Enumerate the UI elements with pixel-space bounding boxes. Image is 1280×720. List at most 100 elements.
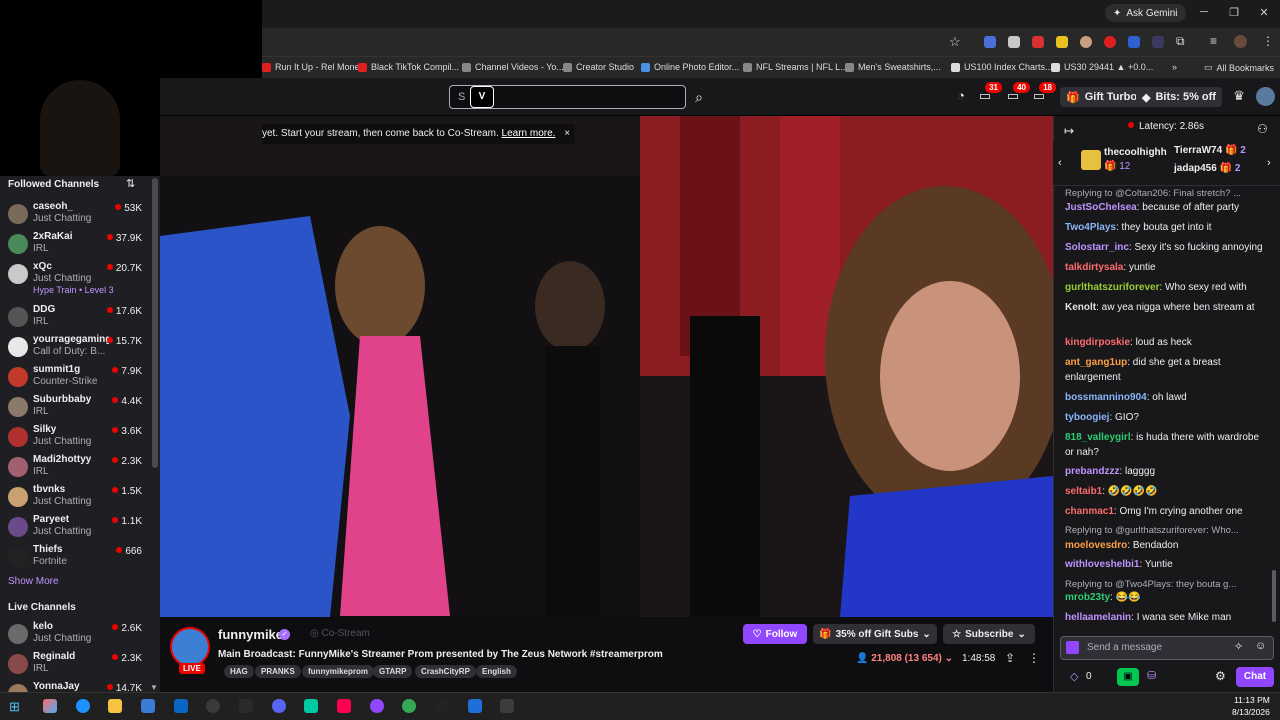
sort-icon[interactable]: ⇅ <box>126 177 135 190</box>
chat-message[interactable]: moelovesdro: Bendadon <box>1065 538 1265 553</box>
chat-message[interactable]: prebandzzz: lagggg <box>1065 464 1265 479</box>
leaderboard-prev-icon[interactable]: ‹ <box>1058 157 1062 169</box>
sidebar-channel-suburbbaby[interactable]: Suburbbaby IRL 4.4K <box>0 391 152 421</box>
subscribe-button[interactable]: ☆ Subscribe ⌄ <box>943 624 1035 644</box>
bookmark-item[interactable]: Creator Studio <box>563 62 634 72</box>
store-icon[interactable] <box>141 699 155 713</box>
browser-menu-icon[interactable]: ⋮ <box>1262 34 1274 48</box>
file-explorer-icon[interactable] <box>108 699 122 713</box>
chat-message[interactable]: ant_gang1up: did she get a breast enlarg… <box>1065 355 1265 385</box>
chat-username[interactable]: tyboogiej <box>1065 412 1109 423</box>
tag-gtarp[interactable]: GTARP <box>373 665 413 678</box>
close-window-button[interactable]: ✕ <box>1254 6 1274 22</box>
community-icon[interactable]: ⚇ <box>1257 122 1268 136</box>
sidebar-channel-reginald[interactable]: Reginald IRL 2.3K <box>0 648 152 678</box>
chat-username[interactable]: kingdirposkie <box>1065 337 1130 348</box>
chat-message[interactable]: withloveshelbi1: Yuntie <box>1065 557 1265 572</box>
share-icon[interactable]: ⇪ <box>1005 651 1015 665</box>
plus-app-icon[interactable] <box>468 699 482 713</box>
notifications-icon[interactable]: ◔ <box>952 88 970 106</box>
chat-message[interactable]: talkdirtysala: yuntie <box>1065 260 1265 275</box>
chat-username[interactable]: mrob23ty <box>1065 592 1110 603</box>
bookmark-item[interactable]: US100 Index Charts... <box>951 62 1053 72</box>
chat-send-button[interactable]: Chat <box>1236 667 1274 687</box>
extension-icon[interactable] <box>1080 36 1092 48</box>
chat-settings-icon[interactable]: ⚙ <box>1215 669 1226 683</box>
chat-reply-context[interactable]: Replying to @gurlthatszuriforever: Who..… <box>1065 523 1265 538</box>
chat-username[interactable]: moelovesdro <box>1065 540 1127 551</box>
tag-english[interactable]: English <box>476 665 517 678</box>
capcut-icon[interactable] <box>500 699 514 713</box>
chat-username[interactable]: gurlthatszuriforever <box>1065 282 1159 293</box>
tag-pranks[interactable]: PRANKS <box>255 665 301 678</box>
collapse-chat-icon[interactable]: ↦ <box>1064 124 1074 138</box>
chat-reply-context[interactable]: Replying to @Coltan206: Final stretch? .… <box>1065 186 1265 201</box>
windows-start-icon[interactable]: ⊞ <box>9 699 20 715</box>
sidebar-channel-paryeet[interactable]: Paryeet Just Chatting 1.1K <box>0 511 152 541</box>
chat-message[interactable]: 818_valleygirl: is huda there with wardr… <box>1065 430 1265 460</box>
minimize-button[interactable]: ─ <box>1194 6 1214 22</box>
extension-icon[interactable] <box>1128 36 1140 48</box>
gift-subs-button[interactable]: 🎁 35% off Gift Subs ⌄ <box>813 624 937 644</box>
copilot-icon[interactable] <box>43 699 57 713</box>
chat-username[interactable]: hellaamelanin <box>1065 612 1131 623</box>
chat-message[interactable]: bossmannino904: oh lawd <box>1065 390 1265 405</box>
search-icon[interactable]: ⌕ <box>688 85 710 109</box>
chat-username[interactable]: chanmac1 <box>1065 506 1114 517</box>
channel-points-icon[interactable]: ◇ <box>1070 670 1078 683</box>
sidebar-channel-yourragegaming[interactable]: yourragegaming Call of Duty: B... 15.7K <box>0 331 152 361</box>
extension-icon[interactable] <box>1008 36 1020 48</box>
sidebar-channel-ddg[interactable]: DDG IRL 17.6K <box>0 301 152 331</box>
chat-message[interactable]: JustSoChelsea: because of after party <box>1065 200 1265 215</box>
chat-message[interactable]: Kenolt: aw yea nigga where ben stream at <box>1065 300 1265 315</box>
chat-username[interactable]: prebandzzz <box>1065 466 1119 477</box>
twitch-app-icon[interactable] <box>370 699 384 713</box>
chat-message[interactable]: Solostarr_inc: Sexy it's so fucking anno… <box>1065 240 1265 255</box>
chat-identity-icon[interactable] <box>1066 641 1079 654</box>
star-bookmark-icon[interactable]: ☆ <box>949 34 961 50</box>
top-gifter-name[interactable]: thecoolhighh <box>1104 147 1167 158</box>
chat-username[interactable]: 818_valleygirl <box>1065 432 1131 443</box>
tag-hag[interactable]: HAG <box>224 665 254 678</box>
chat-message[interactable]: Two4Plays: they bouta get into it <box>1065 220 1265 235</box>
streamer-name[interactable]: funnymike <box>218 627 283 642</box>
chat-message[interactable]: mrob23ty: 😂😂 <box>1065 590 1265 605</box>
bookmark-item[interactable]: Online Photo Editor... <box>641 62 739 72</box>
bookmark-item[interactable]: Black TikTok Compil... <box>358 62 459 72</box>
show-more-link[interactable]: Show More <box>8 576 59 587</box>
sidebar-channel-caseoh_[interactable]: caseoh_ Just Chatting 53K <box>0 198 152 228</box>
chat-username[interactable]: Kenolt <box>1065 302 1096 313</box>
chat-message[interactable]: gurlthatszuriforever: Who sexy red with <box>1065 280 1265 295</box>
app-icon[interactable] <box>304 699 318 713</box>
follow-button[interactable]: ♡ Follow <box>743 624 807 644</box>
extension-icon[interactable] <box>1104 36 1116 48</box>
sidebar-channel-madi2hottyy[interactable]: Madi2hottyy IRL 2.3K <box>0 451 152 481</box>
sidebar-channel-summit1g[interactable]: summit1g Counter-Strike 7.9K <box>0 361 152 391</box>
video-player[interactable] <box>160 116 1053 617</box>
mail-icon[interactable] <box>174 699 188 713</box>
chat-username[interactable]: bossmannino904 <box>1065 392 1147 403</box>
chrome-icon[interactable] <box>402 699 416 713</box>
restore-button[interactable]: ❐ <box>1224 6 1244 22</box>
reading-list-icon[interactable]: ≡ <box>1210 34 1217 48</box>
chat-message[interactable]: hellaamelanin: I wana see Mike man <box>1065 610 1265 625</box>
close-notice-icon[interactable]: × <box>564 128 570 139</box>
chat-username[interactable]: Two4Plays <box>1065 222 1116 233</box>
vizard-extension-icon[interactable]: V <box>470 86 494 108</box>
whispers-icon[interactable]: ▭ 31 <box>976 82 1002 106</box>
bits-cheer-icon[interactable]: ✧ <box>1234 640 1243 653</box>
gift-turbo-button[interactable]: 🎁 Gift Turbo <box>1060 87 1144 107</box>
epic-games-icon[interactable] <box>239 699 253 713</box>
tag-crashcityrp[interactable]: CrashCityRP <box>415 665 476 678</box>
bookmark-item[interactable]: US30 29441 ▲ +0.0... <box>1051 62 1153 72</box>
chat-message[interactable]: seltaib1: 🤣🤣🤣🤣 <box>1065 484 1265 499</box>
tiktok-icon[interactable] <box>337 699 351 713</box>
steam-icon[interactable] <box>206 699 220 713</box>
extension-icon[interactable] <box>984 36 996 48</box>
sidebar-channel-thiefs[interactable]: Thiefs Fortnite 666 <box>0 541 152 571</box>
extension-icon[interactable] <box>1032 36 1044 48</box>
extension-icon[interactable] <box>1056 36 1068 48</box>
all-bookmarks[interactable]: ▭ All Bookmarks <box>1204 62 1274 73</box>
chat-message[interactable]: kingdirposkie: loud as heck <box>1065 335 1265 350</box>
bookmark-item[interactable]: Men's Sweatshirts,... <box>845 62 941 72</box>
